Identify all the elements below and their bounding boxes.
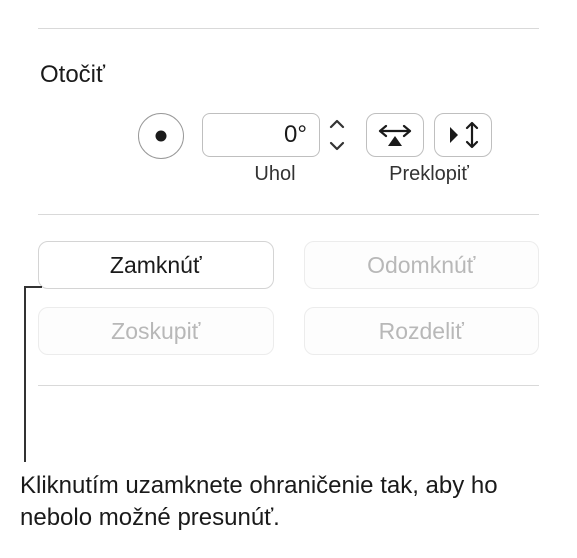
angle-label: Uhol (254, 163, 295, 186)
arrange-panel: Otočiť (0, 0, 577, 386)
angle-group (202, 113, 348, 157)
divider (38, 385, 539, 386)
group-button: Zoskupiť (38, 307, 274, 355)
rotation-dial[interactable] (138, 113, 184, 159)
chevron-up-icon (329, 119, 345, 129)
lock-group-grid: Zamknúť Odomknúť Zoskupiť Rozdeliť (38, 241, 539, 355)
rotation-dial-col (138, 113, 184, 159)
flip-horizontal-button[interactable] (366, 113, 424, 157)
flip-vertical-button[interactable] (434, 113, 492, 157)
angle-step-down[interactable] (326, 135, 348, 157)
angle-col: Uhol (202, 113, 348, 186)
ungroup-button: Rozdeliť (304, 307, 540, 355)
flip-label: Preklopiť (389, 163, 469, 186)
angle-input[interactable] (202, 113, 320, 157)
angle-step-up[interactable] (326, 113, 348, 135)
rotate-section-title: Otočiť (40, 61, 539, 89)
flip-col: Preklopiť (366, 113, 492, 186)
divider (38, 28, 539, 29)
angle-stepper (326, 113, 348, 157)
chevron-down-icon (329, 141, 345, 151)
lock-button[interactable]: Zamknúť (38, 241, 274, 289)
rotation-dial-indicator (156, 131, 167, 142)
callout-line (24, 286, 26, 462)
flip-vertical-icon (445, 120, 481, 150)
unlock-button: Odomknúť (304, 241, 540, 289)
rotate-controls-row: Uhol (38, 113, 539, 186)
divider (38, 214, 539, 215)
callout-text: Kliknutím uzamknete ohraničenie tak, aby… (20, 470, 540, 535)
callout-tick (24, 286, 42, 288)
flip-group (366, 113, 492, 157)
flip-horizontal-icon (377, 122, 413, 148)
